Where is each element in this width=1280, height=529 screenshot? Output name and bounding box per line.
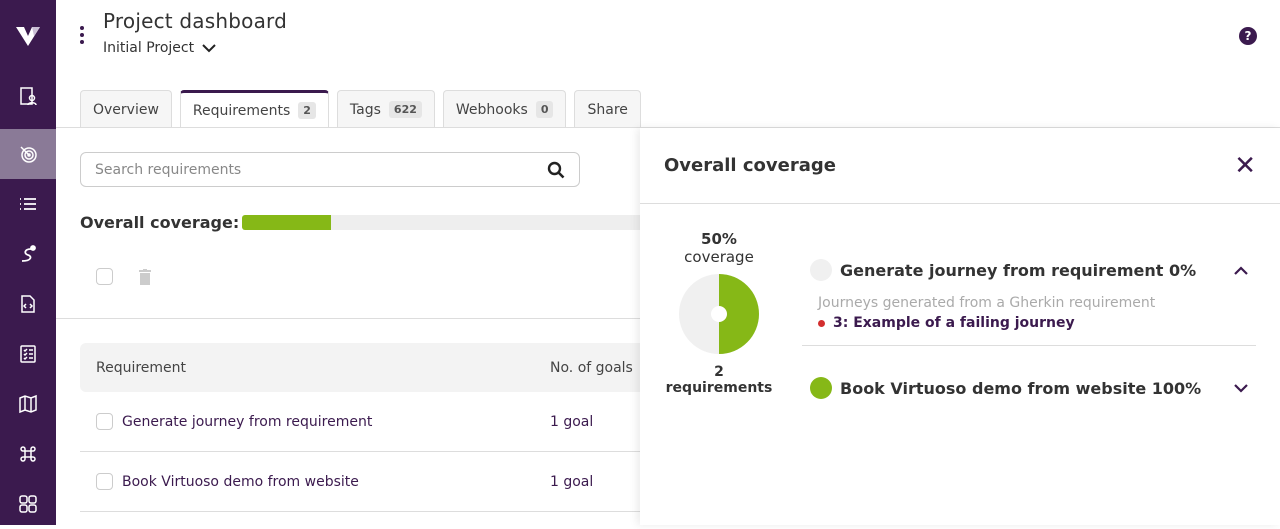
requirements-content: Overall coverage: Requirement No. of goa… <box>56 128 640 525</box>
column-header-goals[interactable]: No. of goals <box>550 360 633 376</box>
close-icon[interactable]: ✕ <box>1234 153 1256 179</box>
donut-hole <box>711 306 727 322</box>
divider <box>56 318 640 319</box>
chevron-down-icon[interactable] <box>1226 382 1256 394</box>
checklist-icon <box>20 345 36 363</box>
sidebar-item-requirements[interactable] <box>0 129 56 179</box>
count-badge: 622 <box>388 101 422 118</box>
search-input[interactable] <box>95 161 515 178</box>
search-icon[interactable] <box>547 161 565 179</box>
coverage-item-header[interactable]: Generate journey from requirement 0% <box>802 253 1256 287</box>
kebab-menu-icon[interactable] <box>78 24 86 48</box>
coverage-item-title: Generate journey from requirement 0% <box>840 260 1197 280</box>
tab-share[interactable]: Share <box>574 90 641 128</box>
tab-overview[interactable]: Overview <box>80 90 172 128</box>
status-dot-uncovered <box>810 259 832 281</box>
tab-tags[interactable]: Tags 622 <box>336 90 435 128</box>
goal-count: 1 goal <box>550 413 594 430</box>
sidebar-item-command[interactable] <box>0 429 56 479</box>
sidebar-item-apps[interactable] <box>0 479 56 529</box>
header: Project dashboard Initial Project ? Over… <box>56 0 1280 128</box>
table-row[interactable]: Generate journey from requirement 1 goal <box>80 392 640 452</box>
sidebar-item-journeys[interactable] <box>0 229 56 279</box>
row-checkbox[interactable] <box>96 473 113 490</box>
virtuoso-logo-icon[interactable] <box>14 24 42 48</box>
coverage-summary: 50% coverage 2 requirements <box>664 230 774 396</box>
column-header-requirement[interactable]: Requirement <box>96 360 186 376</box>
select-all-checkbox[interactable] <box>96 268 113 285</box>
coverage-item-title: Book Virtuoso demo from website 100% <box>840 378 1202 398</box>
chevron-up-icon[interactable] <box>1226 264 1256 276</box>
panel-title: Overall coverage <box>664 155 836 176</box>
tab-label: Tags <box>349 101 381 118</box>
goal-count: 1 goal <box>550 473 594 490</box>
coverage-panel: Overall coverage ✕ 50% coverage 2 requir… <box>640 128 1280 525</box>
sidebar-item-code[interactable] <box>0 279 56 329</box>
map-icon <box>19 394 37 414</box>
chevron-down-icon <box>202 44 216 53</box>
row-checkbox[interactable] <box>96 413 113 430</box>
journey-link[interactable]: 3: Example of a failing journey <box>802 315 1256 331</box>
sidebar-item-project[interactable] <box>0 71 56 121</box>
tab-label: Share <box>587 101 628 118</box>
tab-webhooks[interactable]: Webhooks 0 <box>442 90 567 128</box>
bulk-actions <box>96 268 151 285</box>
apps-grid-icon <box>19 495 37 513</box>
journey-name[interactable]: 3: Example of a failing journey <box>833 315 1075 331</box>
coverage-item: Book Virtuoso demo from website 100% <box>802 371 1256 405</box>
trash-icon[interactable] <box>139 268 151 285</box>
overall-coverage-label: Overall coverage: <box>80 213 240 232</box>
count-badge: 2 <box>298 102 316 119</box>
table-header: Requirement No. of goals <box>80 343 640 392</box>
code-file-icon <box>21 295 35 313</box>
coverage-item-description: Journeys generated from a Gherkin requir… <box>818 295 1156 311</box>
table-row[interactable]: Book Virtuoso demo from website 1 goal <box>80 452 640 512</box>
page-title: Project dashboard <box>103 9 287 33</box>
tab-bar: Overview Requirements 2 Tags 622 Webhooks 0… <box>80 90 641 128</box>
panel-header: Overall coverage ✕ <box>640 128 1280 204</box>
list-icon <box>20 198 36 210</box>
tab-requirements[interactable]: Requirements 2 <box>179 90 329 128</box>
requirement-name[interactable]: Book Virtuoso demo from website <box>122 474 359 490</box>
requirement-name[interactable]: Generate journey from requirement <box>122 414 372 430</box>
count-badge: 0 <box>535 101 554 118</box>
help-icon[interactable]: ? <box>1239 27 1257 45</box>
failing-status-dot <box>818 319 825 327</box>
coverage-donut-chart <box>679 274 759 354</box>
sidebar <box>0 0 56 525</box>
tab-label: Requirements <box>192 102 291 119</box>
project-name: Initial Project <box>103 40 195 56</box>
tab-label: Webhooks <box>455 101 528 118</box>
sidebar-item-list[interactable] <box>0 179 56 229</box>
requirements-count: 2 requirements <box>665 364 773 396</box>
coverage-progress-fill <box>242 215 331 230</box>
sidebar-item-map[interactable] <box>0 379 56 429</box>
target-icon <box>20 146 37 163</box>
command-icon <box>20 446 36 462</box>
status-dot-covered <box>810 377 832 399</box>
project-selector[interactable]: Initial Project <box>103 40 216 56</box>
coverage-item-header[interactable]: Book Virtuoso demo from website 100% <box>802 371 1256 405</box>
sidebar-item-checklist[interactable] <box>0 329 56 379</box>
project-building-icon <box>20 87 37 106</box>
coverage-word: coverage <box>684 248 754 266</box>
path-icon <box>21 245 36 262</box>
coverage-progress-bar[interactable] <box>242 215 640 230</box>
coverage-item: Generate journey from requirement 0% Jou… <box>802 253 1256 346</box>
coverage-value: 50% <box>701 230 737 248</box>
tab-label: Overview <box>93 101 159 118</box>
search-box <box>80 152 580 187</box>
